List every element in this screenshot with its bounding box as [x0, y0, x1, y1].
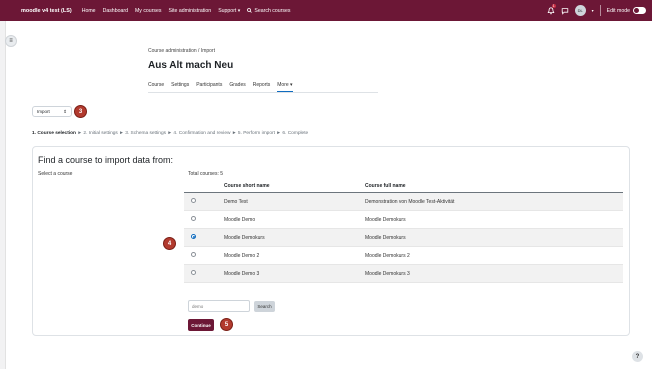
nav-search-courses[interactable]: Search courses [247, 8, 290, 14]
course-table: Course short name Course full name Demo … [184, 179, 623, 283]
tab-settings[interactable]: Settings [171, 82, 189, 92]
table-row[interactable]: Demo Test Demonstration von Moodle Test-… [184, 193, 623, 211]
tab-course[interactable]: Course [148, 82, 164, 92]
course-short-name: Moodle Demo 2 [224, 252, 260, 259]
tab-participants[interactable]: Participants [196, 82, 222, 92]
remaining-steps: ► 2. Initial settings ► 3. Schema settin… [76, 131, 309, 136]
bell-icon [547, 6, 555, 14]
nav-home[interactable]: Home [82, 8, 96, 14]
search-button[interactable]: Search [254, 301, 275, 312]
edit-mode-control: Edit mode [607, 7, 646, 14]
notification-count-badge: 1 [551, 3, 556, 8]
course-full-name: Moodle Demokurs [365, 234, 406, 241]
notifications-button[interactable]: 1 [547, 3, 556, 15]
secondary-nav-divider [148, 92, 378, 93]
course-radio-selected[interactable] [191, 234, 196, 239]
tab-more[interactable]: More ▾ [277, 82, 293, 92]
tab-reports[interactable]: Reports [253, 82, 271, 92]
course-full-name: Demonstration von Moodle Test-Aktivität [365, 198, 455, 205]
import-progress-steps: 1. Course selection ► 2. Initial setting… [32, 131, 308, 136]
user-avatar[interactable]: DL [574, 5, 586, 16]
help-button[interactable]: ? [632, 351, 643, 362]
column-full-name: Course full name [365, 182, 406, 189]
edit-mode-toggle[interactable] [633, 7, 646, 14]
continue-button[interactable]: Continue [188, 319, 214, 331]
course-full-name: Moodle Demokurs 2 [365, 252, 410, 259]
edit-mode-label: Edit mode [606, 7, 630, 14]
card-title: Find a course to import data from: [38, 155, 174, 165]
course-short-name: Moodle Demo [224, 216, 256, 223]
column-short-name: Course short name [224, 182, 270, 189]
nav-dashboard[interactable]: Dashboard [103, 8, 128, 14]
select-course-label: Select a course [38, 171, 73, 177]
user-menu-chevron-down-icon[interactable]: ▾ [592, 8, 594, 13]
step-marker-4: 4 [163, 237, 176, 250]
search-icon [247, 8, 253, 13]
course-radio[interactable] [191, 252, 196, 257]
open-course-index-button[interactable]: ≡ [5, 35, 17, 47]
table-row[interactable]: Moodle Demo 2 Moodle Demokurs 2 [184, 247, 623, 265]
table-header: Course short name Course full name [184, 179, 623, 193]
table-row[interactable]: Moodle Demokurs Moodle Demokurs [184, 229, 623, 247]
course-index-drawer-strip [0, 21, 6, 369]
secondary-navigation: Course Settings Participants Grades Repo… [148, 82, 293, 92]
navbar-divider [599, 5, 601, 16]
primary-nav: Home Dashboard My courses Site administr… [82, 8, 291, 14]
total-courses: Total courses: 5 [188, 171, 224, 177]
course-short-name: Demo Test [224, 198, 248, 205]
course-radio[interactable] [191, 216, 196, 221]
nav-site-administration[interactable]: Site administration [169, 8, 212, 14]
course-full-name: Moodle Demokurs 3 [365, 270, 410, 277]
table-row[interactable]: Moodle Demo Moodle Demokurs [184, 211, 623, 229]
tab-grades[interactable]: Grades [229, 82, 245, 92]
course-short-name: Moodle Demokurs [224, 234, 265, 241]
messages-icon[interactable] [561, 7, 569, 15]
navbar-right: 1 DL ▾ Edit mode [547, 0, 646, 21]
import-action-select[interactable]: Import ⇕ [32, 106, 72, 117]
hamburger-icon: ≡ [9, 38, 13, 44]
search-courses-label: Search courses [254, 7, 291, 14]
table-row[interactable]: Moodle Demo 3 Moodle Demokurs 3 [184, 265, 623, 283]
nav-my-courses[interactable]: My courses [135, 8, 162, 14]
step-marker-3: 3 [74, 105, 87, 118]
course-radio[interactable] [191, 270, 196, 275]
page-title: Aus Alt mach Neu [148, 60, 234, 71]
breadcrumb[interactable]: Course administration / Import [148, 48, 215, 54]
nav-support[interactable]: Support ▾ [218, 8, 240, 14]
import-select-value: Import [37, 109, 50, 114]
course-radio[interactable] [191, 198, 196, 203]
course-full-name: Moodle Demokurs [365, 216, 406, 223]
course-short-name: Moodle Demo 3 [224, 270, 260, 277]
step-marker-5: 5 [220, 318, 233, 331]
course-search-input[interactable]: demo [188, 300, 250, 312]
site-brand[interactable]: moodle v4 test (LS) [21, 8, 72, 14]
top-navbar: moodle v4 test (LS) Home Dashboard My co… [0, 0, 652, 21]
chevron-updown-icon: ⇕ [63, 108, 67, 114]
current-step: 1. Course selection [32, 131, 76, 136]
